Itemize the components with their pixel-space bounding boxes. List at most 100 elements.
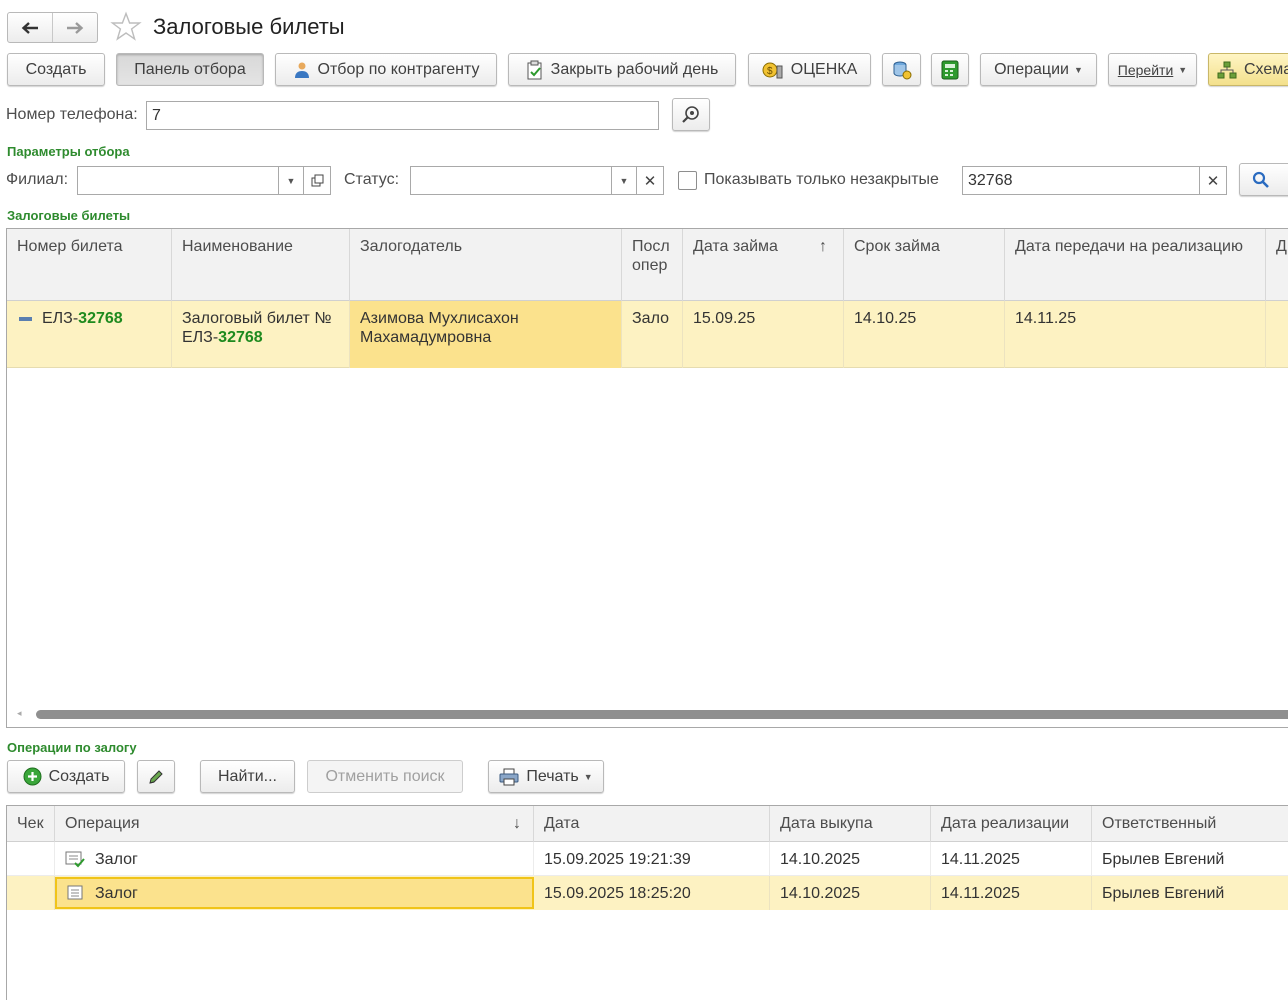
column-header-transfer-date[interactable]: Дата передачи на реализацию [1005, 229, 1266, 301]
branch-label: Филиал: [6, 171, 69, 188]
table-row[interactable]: Залог 15.09.2025 18:25:20 14.10.2025 14.… [7, 876, 1288, 910]
goto-menu-label: Перейти [1117, 61, 1174, 78]
cancel-search-button[interactable]: Отменить поиск [307, 760, 463, 793]
cell-transfer-date: 14.11.25 [1005, 301, 1266, 368]
operations-create-button[interactable]: Создать [7, 760, 125, 793]
print-button[interactable]: Печать ▼ [488, 760, 604, 793]
operation-name: Залог [95, 884, 138, 902]
phone-search-button[interactable] [672, 98, 710, 131]
pencil-icon [149, 769, 163, 784]
row-status-icon [19, 316, 32, 321]
filters-section-title: Параметры отбора [7, 144, 130, 159]
status-dropdown-button[interactable]: ▼ [611, 166, 637, 195]
number-prefix: ЕЛЗ- [42, 310, 79, 327]
only-open-checkbox[interactable] [678, 171, 697, 190]
cell-sale-date: 14.11.2025 [931, 876, 1092, 910]
number-highlight: 32768 [78, 310, 123, 327]
cell-term: 14.10.25 [844, 301, 1005, 368]
cell-operation: Залог [55, 877, 534, 909]
loan-date-header-label: Дата займа [693, 238, 778, 255]
document-icon [67, 885, 83, 900]
search-clear-button[interactable]: ✕ [1199, 166, 1227, 195]
column-header-date[interactable]: Дата [534, 806, 770, 842]
database-icon [893, 61, 911, 79]
cell-redeem-date: 14.10.2025 [770, 842, 931, 876]
column-header-name[interactable]: Наименование [172, 229, 350, 301]
svg-text:$: $ [767, 66, 773, 77]
cell-name: Залоговый билет № ЕЛЗ-32768 [172, 301, 350, 368]
forward-button[interactable] [53, 13, 98, 42]
branch-input[interactable] [77, 166, 279, 195]
column-header-sale-date[interactable]: Дата реализации [931, 806, 1092, 842]
close-workday-button[interactable]: Закрыть рабочий день [508, 53, 736, 86]
create-button[interactable]: Создать [7, 53, 105, 86]
database-button[interactable] [882, 53, 921, 86]
cell-extra [1266, 301, 1288, 368]
status-clear-button[interactable]: ✕ [636, 166, 664, 195]
branch-open-button[interactable] [303, 166, 331, 195]
cell-operation: Залог [55, 842, 534, 876]
search-button[interactable] [1239, 163, 1288, 196]
cell-check [7, 876, 55, 910]
favorite-star-button[interactable] [110, 11, 142, 43]
column-header-responsible[interactable]: Ответственный [1092, 806, 1288, 842]
calculator-button[interactable] [931, 53, 969, 86]
column-header-redeem-date[interactable]: Дата выкупа [770, 806, 931, 842]
cell-pledger: Азимова Мухлисахон Махамадумровна [350, 301, 622, 368]
open-window-icon [311, 174, 323, 187]
chevron-down-icon: ▼ [286, 175, 296, 186]
column-header-last-operation[interactable]: Посл опер [622, 229, 683, 301]
cell-responsible: Брылев Евгений [1102, 851, 1225, 868]
tickets-section-title: Залоговые билеты [7, 208, 131, 223]
filter-by-counterparty-button[interactable]: Отбор по контрагенту [275, 53, 497, 86]
branch-dropdown-button[interactable]: ▼ [278, 166, 304, 195]
search-icon [682, 105, 699, 123]
scheme-label: Схема [1244, 60, 1288, 78]
column-header-check[interactable]: Чек [7, 806, 55, 842]
operations-section-title: Операции по залогу [7, 740, 137, 755]
status-input[interactable] [410, 166, 612, 195]
column-header-loan-date[interactable]: Дата займа ↑ [683, 229, 844, 301]
column-header-number[interactable]: Номер билета [7, 229, 172, 301]
column-header-term[interactable]: Срок займа [844, 229, 1005, 301]
close-workday-label: Закрыть рабочий день [550, 60, 719, 78]
scheme-button[interactable]: Схема [1208, 53, 1288, 86]
tickets-table[interactable]: Номер билета Наименование Залогодатель П… [6, 228, 1288, 728]
chevron-down-icon: ▼ [1178, 64, 1188, 75]
hierarchy-icon [1217, 61, 1237, 78]
nav-buttons [7, 12, 98, 43]
table-row[interactable]: ЕЛЗ-32768 Залоговый билет № ЕЛЗ-32768 Аз… [7, 301, 1288, 368]
operations-menu-button[interactable]: Операции ▼ [980, 53, 1097, 86]
search-input[interactable]: 32768 [962, 166, 1200, 195]
appraisal-button[interactable]: $ ОЦЕНКА [748, 53, 871, 86]
back-button[interactable] [8, 13, 53, 42]
find-button[interactable]: Найти... [200, 760, 295, 793]
operation-name: Залог [95, 850, 138, 868]
appraisal-label: ОЦЕНКА [790, 60, 858, 78]
close-icon: ✕ [1206, 172, 1220, 190]
operations-menu-label: Операции [994, 60, 1069, 78]
horizontal-scrollbar[interactable]: ◂ [9, 707, 1288, 723]
arrow-left-icon [21, 21, 38, 34]
scrollbar-thumb[interactable] [36, 710, 1288, 719]
cell-sale-date: 14.11.2025 [931, 842, 1092, 876]
arrow-right-icon [66, 21, 84, 34]
close-icon: ✕ [643, 172, 657, 190]
cell-check [7, 842, 55, 876]
filter-panel-button[interactable]: Панель отбора [116, 53, 264, 86]
cell-responsible: Брылев Евгений [1102, 885, 1225, 902]
printer-icon [499, 768, 519, 785]
column-header-extra[interactable]: Д [1266, 229, 1288, 301]
goto-menu-button[interactable]: Перейти ▼ [1108, 53, 1197, 86]
pledger-line2: Махамадумровна [360, 329, 492, 346]
filter-panel-label: Панель отбора [134, 60, 246, 78]
print-label: Печать [526, 767, 579, 785]
column-header-operation[interactable]: Операция ↓ [55, 806, 534, 842]
table-row[interactable]: Залог 15.09.2025 19:21:39 14.10.2025 14.… [7, 842, 1288, 876]
operations-table[interactable]: Чек Операция ↓ Дата Дата выкупа Дата реа… [6, 805, 1288, 1000]
only-open-label[interactable]: Показывать только незакрытые [704, 171, 939, 189]
column-header-pledger[interactable]: Залогодатель [350, 229, 622, 301]
phone-input[interactable]: 7 [146, 101, 659, 130]
edit-button[interactable] [137, 760, 175, 793]
phone-label: Номер телефона: [6, 106, 138, 123]
